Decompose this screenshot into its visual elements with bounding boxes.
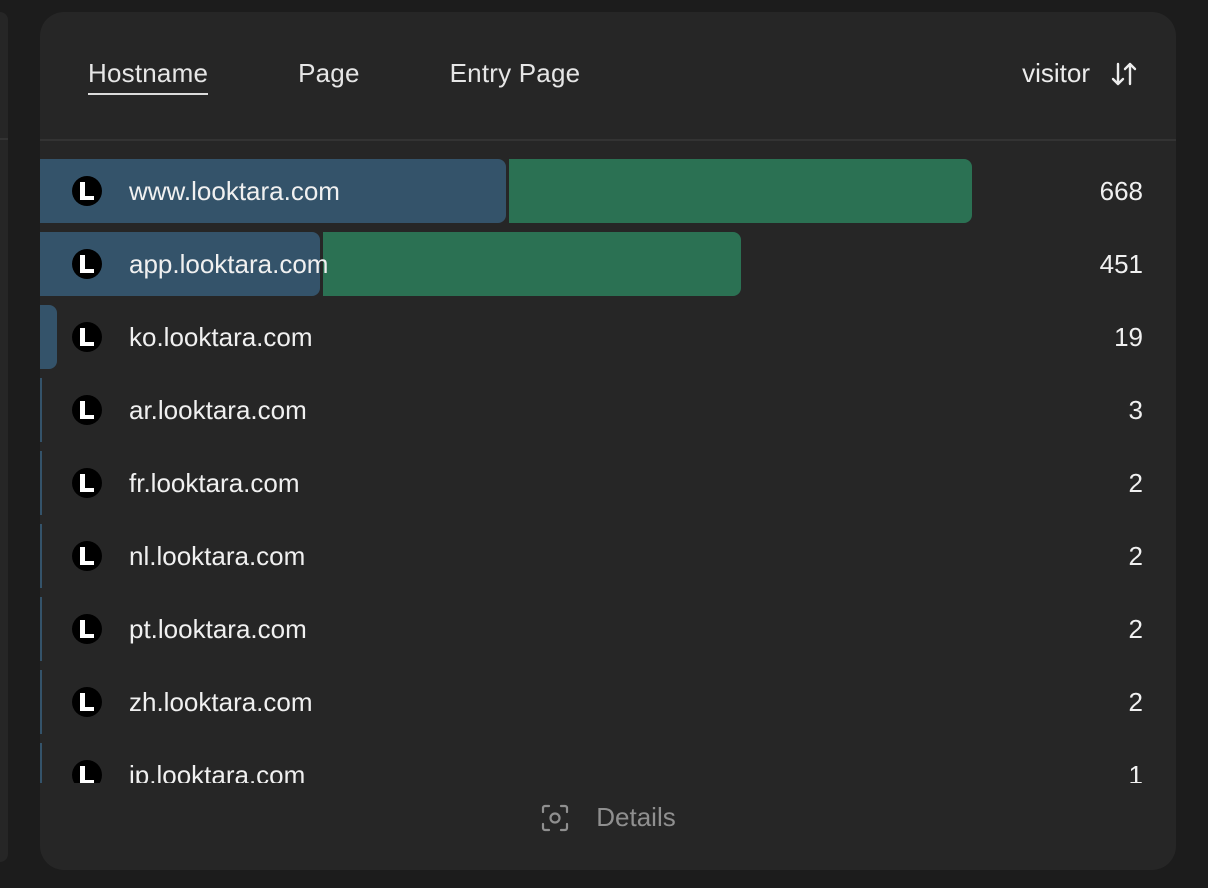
hostname-row[interactable]: ko.looktara.com 19 (40, 305, 1176, 369)
hostname-row[interactable]: fr.looktara.com 2 (40, 451, 1176, 515)
details-button[interactable]: Details (40, 802, 1176, 833)
visitor-bar (40, 743, 42, 783)
looktara-logo-icon (72, 541, 102, 571)
visitor-count: 668 (1099, 176, 1143, 206)
hostname-card: Hostname Page Entry Page visitor www.loo… (40, 12, 1176, 870)
visitor-count: 451 (1099, 249, 1143, 279)
tab-entry-page[interactable]: Entry Page (450, 58, 581, 95)
looktara-logo-icon (72, 760, 102, 783)
visitor-bar-segment (323, 232, 741, 296)
sort-label: visitor (1022, 58, 1090, 88)
sort-arrows-icon (1111, 62, 1137, 85)
visitor-bar (40, 670, 42, 734)
hostname-label: zh.looktara.com (129, 687, 313, 717)
header-divider (40, 139, 1176, 141)
visitor-count: 2 (1128, 614, 1143, 644)
visitor-count: 3 (1128, 395, 1143, 425)
visitor-count: 2 (1128, 468, 1143, 498)
hostname-label: nl.looktara.com (129, 541, 306, 571)
tab-bar: Hostname Page Entry Page (88, 58, 580, 95)
hostname-row[interactable]: nl.looktara.com 2 (40, 524, 1176, 588)
hostname-row[interactable]: ar.looktara.com 3 (40, 378, 1176, 442)
hostname-label: ar.looktara.com (129, 395, 307, 425)
visitor-bar (40, 597, 42, 661)
tab-hostname[interactable]: Hostname (88, 58, 209, 95)
hostname-label: pt.looktara.com (129, 614, 307, 644)
looktara-logo-icon (72, 614, 102, 644)
hostname-label: app.looktara.com (129, 249, 329, 279)
visitor-count: 2 (1128, 687, 1143, 717)
looktara-logo-icon (72, 322, 102, 352)
hostname-row[interactable]: www.looktara.com 668 (40, 159, 1176, 223)
hostname-row[interactable]: pt.looktara.com 2 (40, 597, 1176, 661)
visitor-bar (40, 305, 57, 369)
looktara-logo-icon (72, 395, 102, 425)
details-label: Details (596, 802, 676, 832)
looktara-logo-icon (72, 468, 102, 498)
hostname-label: www.looktara.com (129, 176, 340, 206)
visitor-bar (40, 524, 42, 588)
hostname-label: fr.looktara.com (129, 468, 300, 498)
visitor-count: 1 (1128, 760, 1143, 783)
looktara-logo-icon (72, 687, 102, 717)
tab-page[interactable]: Page (298, 58, 360, 95)
hostname-list: www.looktara.com 668 app.looktara.com 451 ko… (40, 159, 1176, 783)
visitor-bar (40, 378, 42, 442)
hostname-row[interactable]: app.looktara.com 451 (40, 232, 1176, 296)
sort-visitor-button[interactable]: visitor (1022, 58, 1138, 89)
looktara-logo-icon (72, 176, 102, 206)
focus-scan-icon (542, 804, 569, 831)
looktara-logo-icon (72, 249, 102, 279)
hostname-row[interactable]: jp.looktara.com 1 (40, 743, 1176, 783)
hostname-row[interactable]: zh.looktara.com 2 (40, 670, 1176, 734)
hostname-label: ko.looktara.com (129, 322, 313, 352)
adjacent-panel-divider (0, 138, 8, 140)
visitor-bar (40, 451, 42, 515)
visitor-count: 19 (1114, 322, 1143, 352)
visitor-bar-segment (509, 159, 972, 223)
visitor-count: 2 (1128, 541, 1143, 571)
hostname-label: jp.looktara.com (129, 760, 306, 783)
